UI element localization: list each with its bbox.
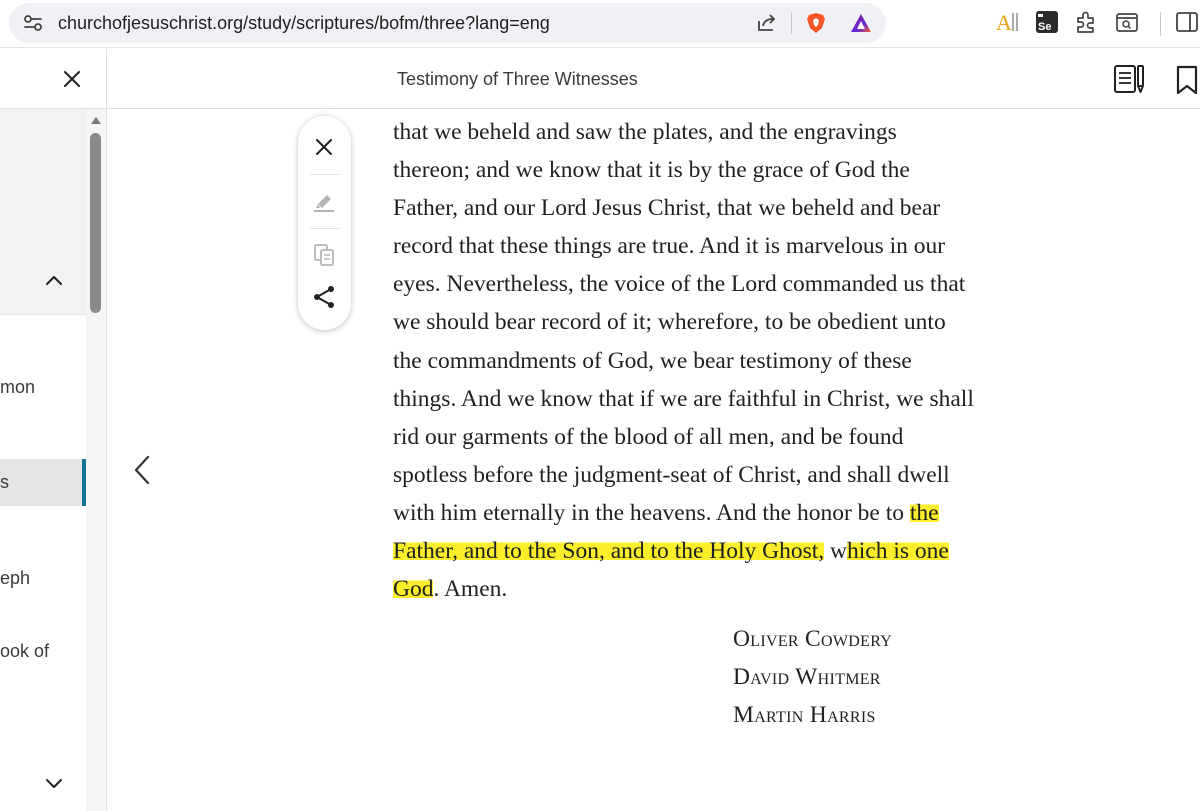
text-segment: thereon; and we know that it is by the g… xyxy=(393,157,910,184)
text-segment: with him eternally in the heavens. And t… xyxy=(393,499,910,526)
url-text[interactable]: churchofjesuschrist.org/study/scriptures… xyxy=(58,13,550,34)
close-icon[interactable] xyxy=(310,133,338,161)
font-extension-icon[interactable]: A xyxy=(994,9,1020,35)
verse-line: Father, and our Lord Jesus Christ, that … xyxy=(393,189,1073,227)
verse-line: the commandments of God, we bear testimo… xyxy=(393,342,1073,380)
text-segment: eyes. Nevertheless, the voice of the Lor… xyxy=(393,271,966,298)
verse-line: we should bear record of it; wherefore, … xyxy=(393,303,1073,341)
app-header: Testimony of Three Witnesses xyxy=(0,49,1200,109)
scroll-up-arrow-icon[interactable] xyxy=(90,115,102,125)
highlighted-text: Father, and to the Son, and to the Holy … xyxy=(393,538,825,565)
sidebar-toggle-icon[interactable] xyxy=(1174,9,1200,35)
verse-line: God. Amen. xyxy=(393,570,1073,608)
text-segment: Father, and our Lord Jesus Christ, that … xyxy=(393,195,941,222)
omnibox-divider xyxy=(791,12,792,34)
extensions-puzzle-icon[interactable] xyxy=(1073,9,1099,35)
witness-signatures: Oliver Cowdery David Whitmer Martin Harr… xyxy=(733,620,892,734)
sidebar-item[interactable]: eph xyxy=(0,568,30,589)
page-title: Testimony of Three Witnesses xyxy=(397,69,638,89)
text-segment: things. And we know that if we are faith… xyxy=(393,385,974,412)
site-settings-icon[interactable] xyxy=(23,14,43,32)
text-segment: that we beheld and saw the plates, and t… xyxy=(393,119,897,145)
share-page-icon[interactable] xyxy=(755,11,779,35)
navigation-sidebar: mon s eph ook of xyxy=(0,109,107,811)
toolbar-divider xyxy=(310,228,339,229)
text-segment: . Amen. xyxy=(433,576,508,603)
verse-line: rid our garments of the blood of all men… xyxy=(393,418,1073,456)
study-notes-icon[interactable] xyxy=(1112,63,1146,95)
witness-name: David Whitmer xyxy=(733,664,881,690)
text-segment: spotless before the judgment-seat of Chr… xyxy=(393,461,950,488)
text-segment: w xyxy=(824,538,848,565)
sidebar-scrollbar-thumb[interactable] xyxy=(90,133,101,313)
bookmark-icon[interactable] xyxy=(1174,64,1200,96)
brave-rewards-icon[interactable] xyxy=(849,11,873,35)
toolbar-divider xyxy=(310,174,339,175)
verse-line: with him eternally in the heavens. And t… xyxy=(393,494,1073,532)
brave-shields-icon[interactable] xyxy=(804,11,828,35)
verse-line: Father, and to the Son, and to the Holy … xyxy=(393,532,1073,570)
close-navigation-icon[interactable] xyxy=(60,67,84,91)
svg-text:A: A xyxy=(996,10,1012,35)
witness-name: Martin Harris xyxy=(733,702,876,728)
share-icon[interactable] xyxy=(310,283,338,311)
sidebar-item[interactable]: mon xyxy=(0,377,35,398)
svg-text:Se: Se xyxy=(1038,21,1051,33)
highlighted-text: God xyxy=(393,576,434,603)
sidebar-item-label: s xyxy=(0,472,9,492)
verse-line: things. And we know that if we are faith… xyxy=(393,380,1073,418)
text-segment: we should bear record of it; wherefore, … xyxy=(393,309,946,336)
browser-toolbar: churchofjesuschrist.org/study/scriptures… xyxy=(0,0,1200,48)
chevron-down-icon[interactable] xyxy=(42,771,66,795)
selection-toolbar xyxy=(298,116,351,330)
selenium-extension-icon[interactable]: Se xyxy=(1034,9,1060,35)
highlighter-icon[interactable] xyxy=(310,187,338,215)
scripture-text[interactable]: that we beheld and saw the plates, and t… xyxy=(393,113,1073,608)
verse-line: record that these things are true. And i… xyxy=(393,227,1073,265)
sidebar-item[interactable]: ook of xyxy=(0,641,49,662)
verse-line: that we beheld and saw the plates, and t… xyxy=(393,113,1073,151)
highlighted-text: the xyxy=(909,499,939,526)
verse-line: thereon; and we know that it is by the g… xyxy=(393,151,1073,189)
previous-chapter-chevron-icon[interactable] xyxy=(128,453,156,487)
text-segment: the commandments of God, we bear testimo… xyxy=(393,347,912,374)
highlighted-text: hich is one xyxy=(847,538,949,565)
verse-line: spotless before the judgment-seat of Chr… xyxy=(393,456,1073,494)
sidebar-item-active[interactable]: s xyxy=(0,459,86,506)
header-divider xyxy=(106,49,107,109)
text-segment: rid our garments of the blood of all men… xyxy=(393,423,904,450)
toolbar-divider xyxy=(1160,12,1161,36)
address-bar[interactable]: churchofjesuschrist.org/study/scriptures… xyxy=(9,3,886,43)
tab-search-icon[interactable] xyxy=(1114,9,1140,35)
verse-line: eyes. Nevertheless, the voice of the Lor… xyxy=(393,265,1073,303)
text-segment: record that these things are true. And i… xyxy=(393,233,946,260)
witness-name: Oliver Cowdery xyxy=(733,626,893,652)
chevron-up-icon[interactable] xyxy=(42,269,66,293)
copy-icon[interactable] xyxy=(310,241,338,269)
